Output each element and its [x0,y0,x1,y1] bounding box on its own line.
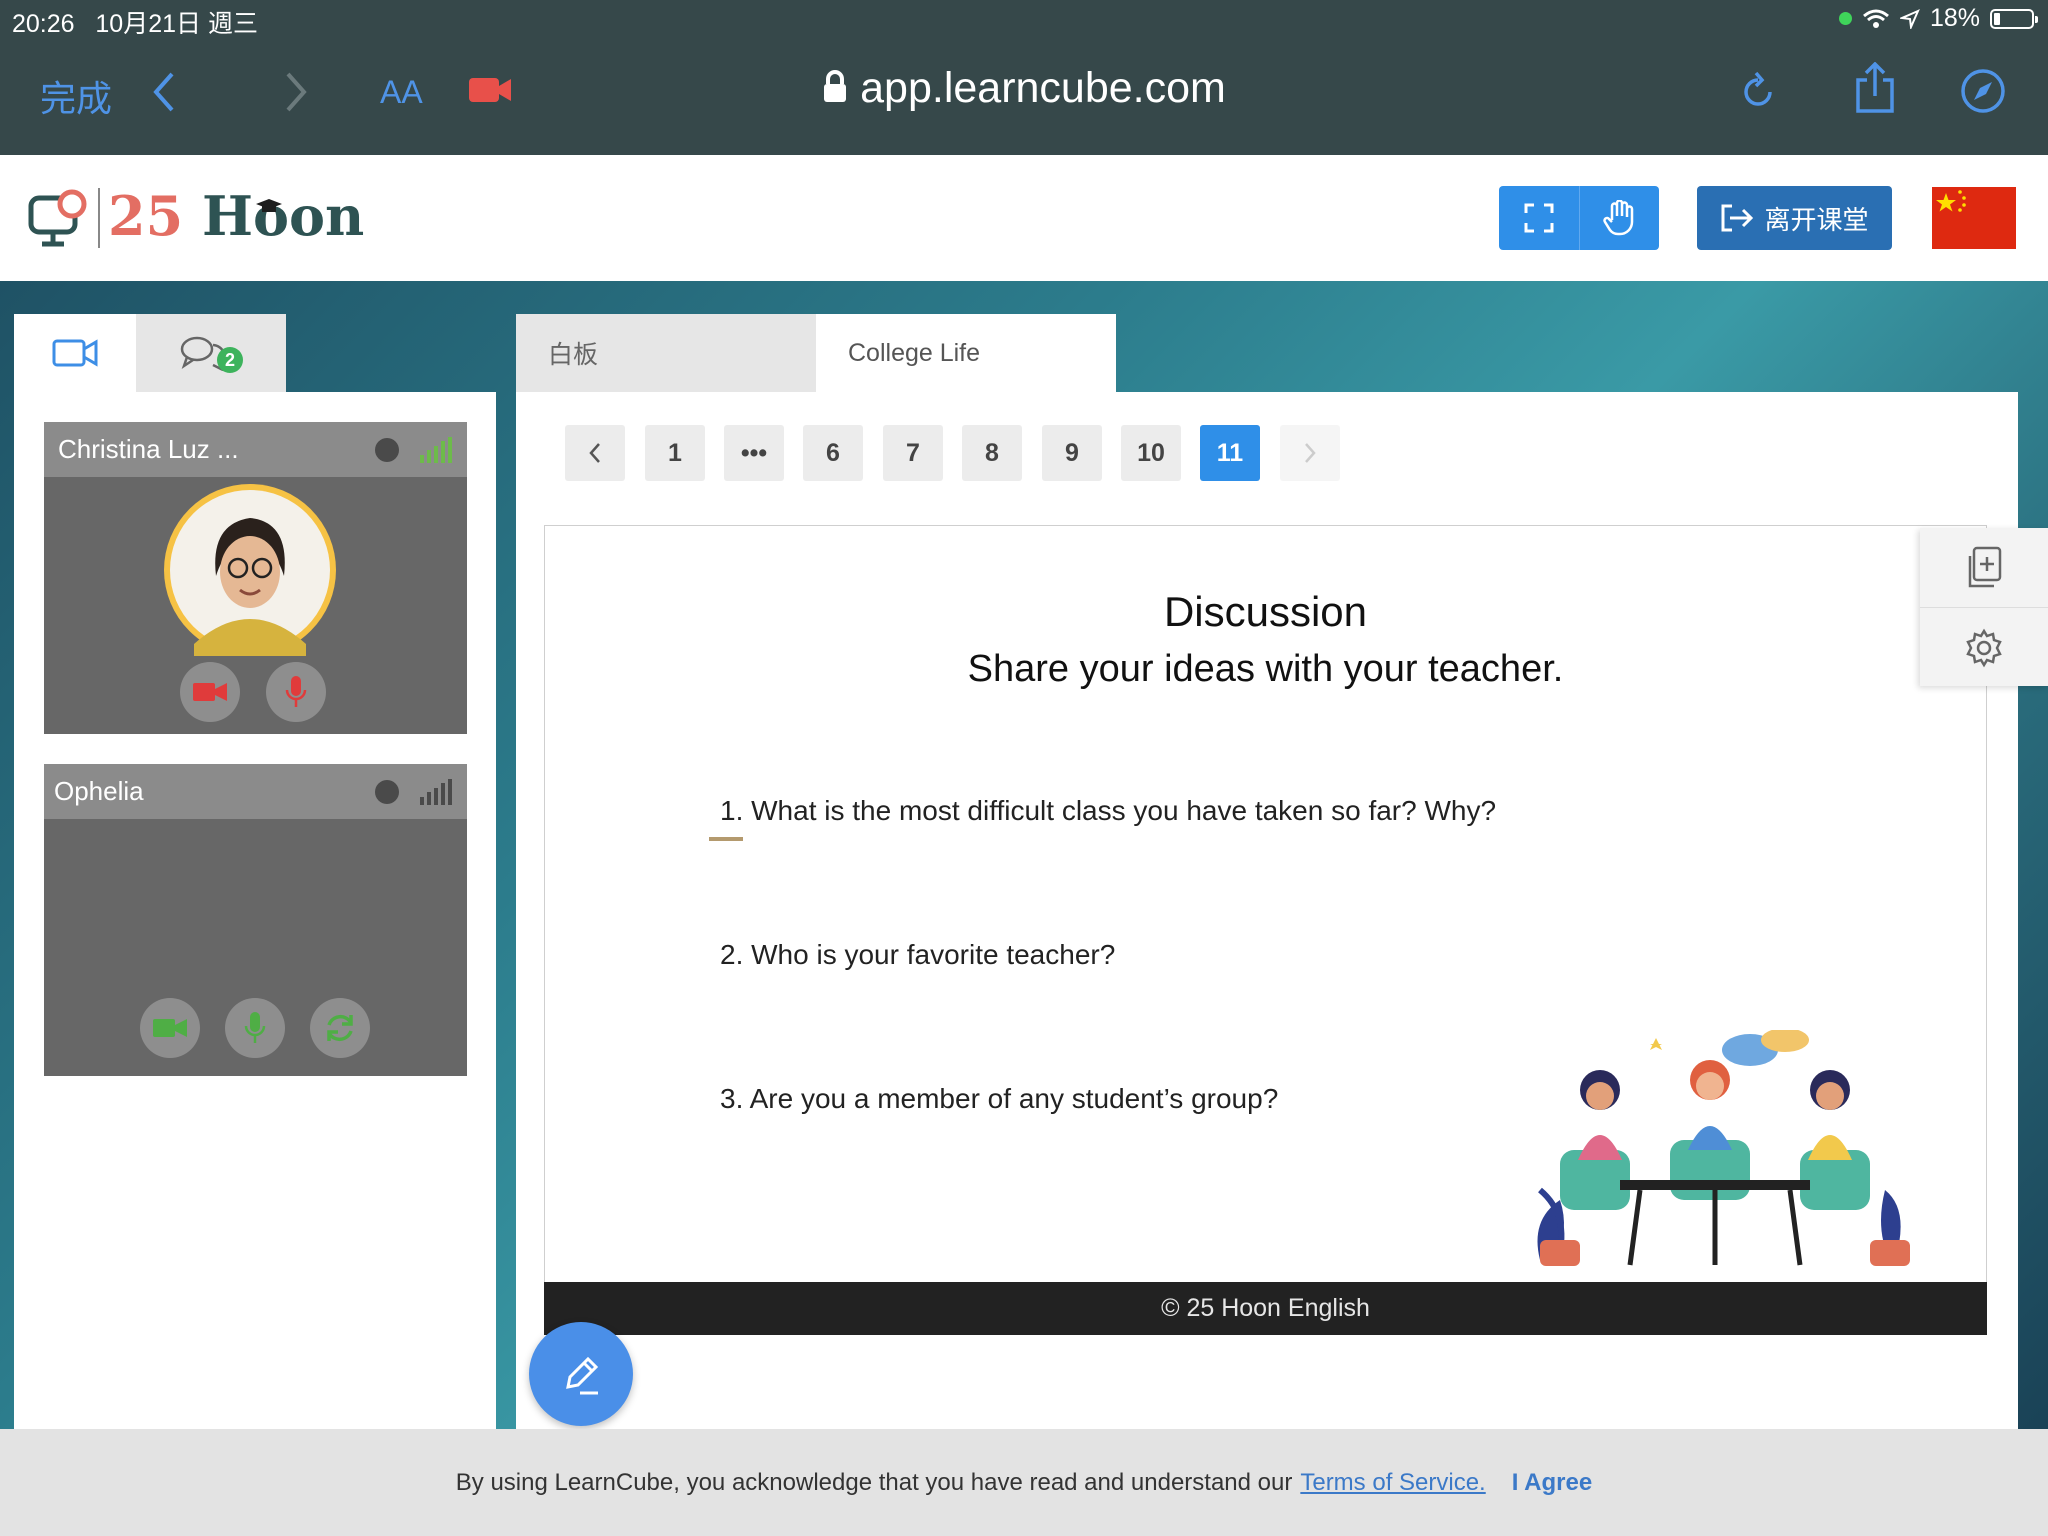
annotate-button[interactable] [529,1322,633,1426]
camera-indicator-icon [1838,12,1852,25]
participant-name: Ophelia [54,776,144,806]
compass-icon [1961,69,2005,113]
side-toolbar [1920,528,2048,686]
video-camera-icon [153,1019,187,1037]
page-button-9[interactable]: 9 [1042,425,1102,481]
share-icon [1856,61,1894,113]
reload-button[interactable] [1740,70,1776,115]
microphone-icon [285,676,307,707]
prev-page-button[interactable] [565,425,625,481]
next-page-button[interactable] [1280,425,1340,481]
status-indicators: 18% [1838,4,2038,33]
slide-footer: © 25 Hoon English [544,1282,1987,1335]
page-button-1[interactable]: 1 [645,425,705,481]
share-button[interactable] [1855,61,1895,119]
location-icon [1899,8,1920,29]
tab-video[interactable] [14,314,136,392]
tab-college-life[interactable]: College Life [816,314,1116,392]
video-camera-icon [193,683,227,701]
avatar [164,484,336,656]
page-button-7[interactable]: 7 [883,425,943,481]
logo-divider [98,188,100,248]
terms-text: By using LearnCube, you acknowledge that… [455,1468,1293,1496]
signal-icon [420,436,452,463]
page-button-10[interactable]: 10 [1121,425,1181,481]
settings-button[interactable] [1920,607,2048,687]
participant-header: Ophelia [44,764,467,819]
exit-icon [1721,204,1754,232]
logo-icon [28,188,90,253]
wifi-icon [1862,9,1889,28]
fullscreen-button[interactable] [1499,186,1579,250]
signal-icon [420,778,452,805]
compass-button[interactable] [1960,68,2006,119]
lock-icon [824,70,847,102]
status-time: 20:26 10月21日 週三 [12,10,258,38]
china-flag-icon [1936,190,1966,212]
camera-toggle-button[interactable] [180,662,240,722]
record-indicator [375,437,399,462]
cursor-mark [709,837,743,841]
microphone-icon [244,1012,266,1043]
tab-chat[interactable]: 2 [136,314,286,392]
fullscreen-icon [1524,203,1554,233]
refresh-icon [327,1014,353,1042]
slide-question: 2. Who is your favorite teacher? [720,939,1116,970]
slide-subtitle: Share your ideas with your teacher. [967,648,1564,690]
microphone-toggle-button[interactable] [266,662,326,722]
raise-hand-button[interactable] [1578,186,1660,250]
participant-header: Christina Luz ... [44,422,467,477]
copy-plus-icon [1968,546,2002,587]
slide-title: Discussion [1163,588,1368,635]
microphone-toggle-button[interactable] [225,998,285,1058]
refresh-video-button[interactable] [310,998,370,1058]
record-indicator [375,779,399,804]
chevron-left-icon [589,443,600,463]
add-slide-button[interactable] [1920,528,2048,607]
participant-tile: Christina Luz ... [44,422,467,734]
tab-whiteboard[interactable]: 白板 [516,314,816,392]
page-button-8[interactable]: 8 [962,425,1022,481]
chevron-right-icon [1305,443,1316,463]
terms-banner: By using LearnCube, you acknowledge that… [0,1429,2048,1536]
logo: 25 Hoon [108,184,365,248]
gear-icon [1966,628,2002,667]
view-controls [1499,186,1659,250]
reload-icon [1744,71,1772,106]
page-ellipsis[interactable]: ••• [724,425,784,481]
discussion-illustration [1500,1028,1950,1275]
pencil-icon [566,1356,599,1395]
participant-name: Christina Luz ... [58,434,239,464]
terms-of-service-link[interactable]: Terms of Service. [1300,1469,1485,1497]
leave-class-button[interactable]: 离开课堂 [1697,186,1892,250]
participant-tile: Ophelia [44,764,467,1076]
graduation-cap-icon [254,198,284,221]
camera-toggle-button[interactable] [140,998,200,1058]
language-flag-button[interactable] [1932,187,2016,249]
slide-question: 1. What is the most difficult class you … [720,795,1497,826]
hand-icon [1603,200,1634,236]
page-button-11-active[interactable]: 11 [1200,425,1260,481]
video-camera-icon [52,339,98,367]
battery-icon [1990,8,2038,29]
page-button-6[interactable]: 6 [803,425,863,481]
slide-question: 3. Are you a member of any student’s gro… [720,1083,1279,1114]
chat-count-badge: 2 [217,347,243,373]
agree-button[interactable]: I Agree [1512,1469,1592,1497]
